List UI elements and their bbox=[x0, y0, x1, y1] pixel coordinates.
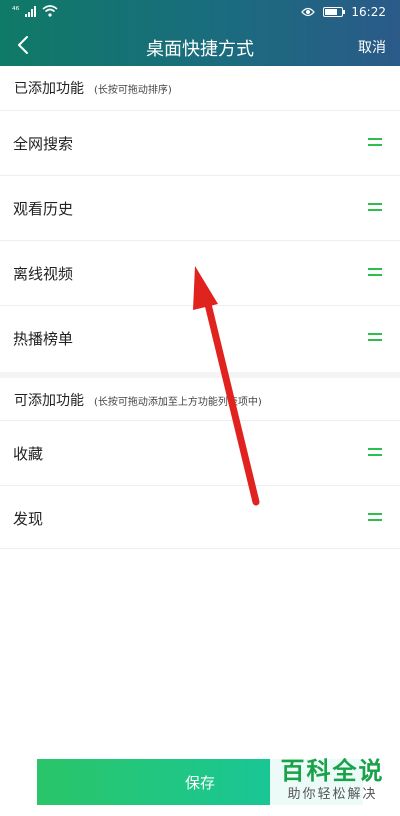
drag-handle-icon[interactable] bbox=[368, 512, 382, 522]
watermark-logo: 百科全说 助你轻松解决 bbox=[270, 756, 395, 808]
drag-handle-icon[interactable] bbox=[368, 447, 382, 457]
shortcut-item-watch-history[interactable]: 观看历史 bbox=[0, 175, 400, 240]
list-bottom-border bbox=[0, 548, 400, 549]
eye-icon bbox=[301, 7, 316, 17]
status-time: 16:22 bbox=[351, 5, 386, 19]
shortcut-item-label: 发现 bbox=[13, 509, 44, 528]
cancel-button[interactable]: 取消 bbox=[358, 37, 386, 57]
shortcut-item-hot-list[interactable]: 热播榜单 bbox=[0, 305, 400, 370]
app-header: ⁴⁶ 16:22 桌面快捷方式 取消 bbox=[0, 0, 400, 66]
shortcut-item-discover[interactable]: 发现 bbox=[0, 485, 400, 550]
shortcut-item-label: 全网搜索 bbox=[13, 134, 74, 153]
shortcut-item-label: 离线视频 bbox=[13, 264, 74, 283]
drag-handle-icon[interactable] bbox=[368, 202, 382, 212]
network-type: ⁴⁶ bbox=[12, 6, 20, 16]
shortcut-item-favorites[interactable]: 收藏 bbox=[0, 420, 400, 485]
added-section-header: 已添加功能 (长按可拖动排序) bbox=[0, 66, 400, 110]
shortcut-item-offline-video[interactable]: 离线视频 bbox=[0, 240, 400, 305]
shortcut-item-label: 热播榜单 bbox=[13, 329, 74, 348]
added-section-title: 已添加功能 bbox=[14, 81, 84, 97]
added-section-hint: (长按可拖动排序) bbox=[94, 84, 172, 96]
drag-handle-icon[interactable] bbox=[368, 267, 382, 277]
shortcut-item-label: 收藏 bbox=[13, 444, 44, 463]
shortcut-item-web-search[interactable]: 全网搜索 bbox=[0, 110, 400, 175]
watermark-title: 百科全说 bbox=[280, 757, 385, 785]
shortcut-item-label: 观看历史 bbox=[13, 199, 74, 218]
status-bar: ⁴⁶ 16:22 bbox=[0, 0, 400, 26]
watermark-subtitle: 助你轻松解决 bbox=[287, 787, 378, 802]
wifi-icon bbox=[42, 5, 58, 17]
navigation-bar: 桌面快捷方式 取消 bbox=[0, 26, 400, 66]
available-section-title: 可添加功能 bbox=[14, 393, 84, 409]
battery-icon bbox=[323, 7, 346, 17]
drag-handle-icon[interactable] bbox=[368, 137, 382, 147]
signal-icon bbox=[25, 5, 37, 17]
available-section-hint: (长按可拖动添加至上方功能列表项中) bbox=[94, 396, 262, 408]
page-title: 桌面快捷方式 bbox=[146, 39, 254, 60]
drag-handle-icon[interactable] bbox=[368, 332, 382, 342]
available-section-header: 可添加功能 (长按可拖动添加至上方功能列表项中) bbox=[0, 378, 400, 422]
